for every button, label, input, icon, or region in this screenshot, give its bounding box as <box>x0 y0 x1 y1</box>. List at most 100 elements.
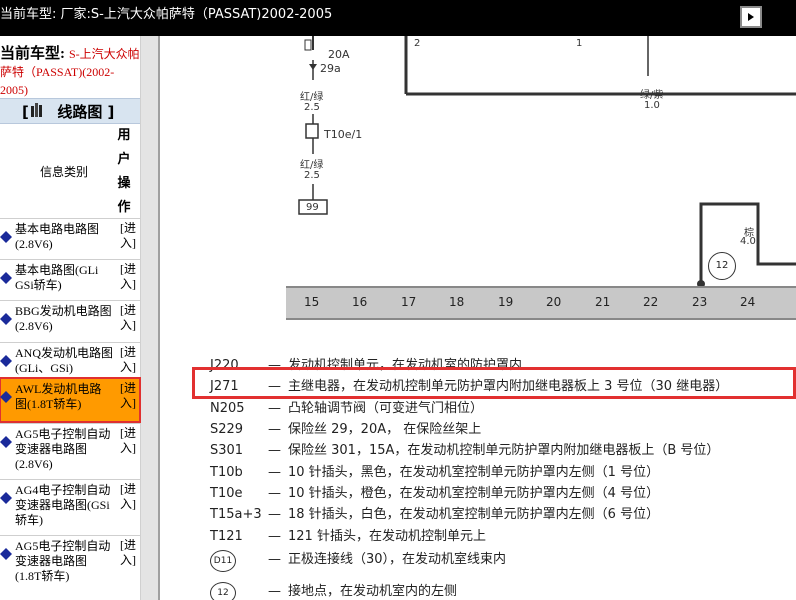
grid-ruler: 15 16 17 18 19 20 21 22 23 24 <box>286 286 796 320</box>
enter-link[interactable]: [进入] <box>120 538 138 568</box>
legend-code: S301 <box>210 443 244 458</box>
ruler-num: 24 <box>740 295 756 309</box>
ruler-num: 21 <box>595 295 611 309</box>
legend-code: T10b <box>210 465 243 480</box>
section-bracket: [ <box>22 103 29 121</box>
legend-code: N205 <box>210 401 245 416</box>
column-user-action: 用户操作 <box>117 128 131 215</box>
wire3-size: 1.0 <box>644 100 660 111</box>
list-item-active[interactable]: AWL发动机电路图(1.8T轿车) [进入] <box>0 377 141 423</box>
legend-row: S229— 保险丝 29，20A， 在保险丝架上 <box>210 422 482 437</box>
list-item[interactable]: AG5电子控制自动变速器电路图(2.8V6) [进入] <box>0 423 140 480</box>
legend-code: T10e <box>210 486 243 501</box>
wire-num-top-right: 1 <box>576 38 583 49</box>
list-item[interactable]: 基本电路图(GLi GSi轿车) [进入] <box>0 259 140 301</box>
enter-link[interactable]: [进入] <box>120 221 138 251</box>
legend-desc: 10 针插头，橙色，在发动机室控制单元防护罩内左侧（4 号位） <box>288 486 660 501</box>
diamond-bullet-icon <box>0 436 12 448</box>
legend-desc: 18 针插头，白色，在发动机室控制单元防护罩内左侧（6 号位） <box>288 507 660 522</box>
ruler-num: 19 <box>498 295 514 309</box>
column-info-type: 信息类别 <box>40 165 89 179</box>
enter-link[interactable]: [进入] <box>120 262 138 292</box>
legend-code: T15a+3 <box>210 507 262 522</box>
diamond-bullet-icon <box>0 492 12 504</box>
ruler-num: 23 <box>692 295 708 309</box>
item-name[interactable]: ANQ发动机电路图(GLi、GSi) <box>15 346 113 376</box>
list-item[interactable]: AG5电子控制自动变速器电路图(1.8T轿车) [进入] <box>0 535 140 596</box>
item-name[interactable]: 基本电路电路图(2.8V6) <box>15 222 113 252</box>
highlight-box <box>192 367 796 399</box>
legend-symbol-d11: D11 <box>210 550 236 572</box>
list-item[interactable]: BBG发动机电路图(2.8V6) [进入] <box>0 300 140 343</box>
enter-link[interactable]: [进入] <box>120 345 138 375</box>
section-header: [ 线路图 ] <box>0 98 140 124</box>
legend-row: T121—121 针插头，在发动机控制单元上 <box>210 529 486 544</box>
enter-link[interactable]: [进入] <box>120 426 138 456</box>
legend-row: N205— 凸轮轴调节阀（可变进气门相位） <box>210 401 484 416</box>
legend-row: T10e —10 针插头，橙色，在发动机室控制单元防护罩内左侧（4 号位） <box>210 486 660 501</box>
box-number: 99 <box>306 202 319 213</box>
item-name[interactable]: AG5电子控制自动变速器电路图(2.8V6) <box>15 427 113 472</box>
legend-row: 12— 接地点，在发动机室内的左侧 <box>210 580 457 600</box>
ground-point-symbol: 12 <box>708 252 736 280</box>
fuse-code: 29a <box>320 62 341 75</box>
legend-code: T121 <box>210 529 243 544</box>
section-title: 线路图 ] <box>57 103 115 121</box>
item-name[interactable]: AG4电子控制自动变速器电路图(GSi轿车) <box>15 483 113 528</box>
wire4-size: 4.0 <box>740 236 756 247</box>
window-title: 当前车型: 厂家:S-上汽大众帕萨特（PASSAT)2002-2005 <box>0 7 333 22</box>
diamond-bullet-icon <box>0 355 12 367</box>
title-bar: 当前车型: 厂家:S-上汽大众帕萨特（PASSAT)2002-2005 <box>0 0 796 36</box>
legend-row: T10b —10 针插头，黑色，在发动机室控制单元防护罩内左侧（1 号位） <box>210 465 660 480</box>
sidebar: 当前车型: S-上汽大众帕萨特（PASSAT)(2002-2005) [ 线路图… <box>0 36 158 600</box>
legend-desc: 保险丝 301，15A，在发动机控制单元防护罩内附加继电器板上（B 号位） <box>288 443 720 458</box>
legend-desc: 接地点，在发动机室内的左侧 <box>288 584 458 599</box>
item-name[interactable]: BBG发动机电路图(2.8V6) <box>15 304 113 334</box>
navigate-button[interactable] <box>740 6 762 28</box>
ruler-num: 15 <box>304 295 320 309</box>
ruler-num: 18 <box>449 295 465 309</box>
diamond-bullet-icon <box>0 548 12 560</box>
wire2-color: 红/绿 <box>300 160 324 171</box>
current-car: 当前车型: S-上汽大众帕萨特（PASSAT)(2002-2005) <box>0 42 140 99</box>
wire1-color: 红/绿 <box>300 92 324 103</box>
legend-row: D11— 正极连接线（30），在发动机室线束内 <box>210 548 506 572</box>
item-name[interactable]: AG5电子控制自动变速器电路图(1.8T轿车) <box>15 539 113 584</box>
list-item[interactable]: 基本电路电路图(2.8V6) [进入] <box>0 218 140 260</box>
diamond-bullet-icon <box>0 231 12 243</box>
enter-link[interactable]: [进入] <box>120 482 138 512</box>
legend-desc: 121 针插头，在发动机控制单元上 <box>288 529 486 544</box>
sidebar-scrollbar[interactable] <box>140 36 158 600</box>
ruler-num: 20 <box>546 295 562 309</box>
diagram-viewer[interactable]: 1 2 20A 29a 红/绿 2.5 T10e/1 红/绿 2.5 99 绿/… <box>158 36 796 600</box>
legend-row: T15a+3—18 针插头，白色，在发动机室控制单元防护罩内左侧（6 号位） <box>210 507 660 522</box>
wire1-size: 2.5 <box>304 102 320 113</box>
item-name[interactable]: 基本电路图(GLi GSi轿车) <box>15 263 113 293</box>
current-car-label: 当前车型: <box>0 46 65 62</box>
enter-link[interactable]: [进入] <box>120 381 138 411</box>
legend-desc: 凸轮轴调节阀（可变进气门相位） <box>288 401 484 416</box>
book-icon <box>31 103 42 117</box>
ruler-num: 16 <box>352 295 368 309</box>
legend-desc: 10 针插头，黑色，在发动机室控制单元防护罩内左侧（1 号位） <box>288 465 660 480</box>
legend-code: S229 <box>210 422 244 437</box>
wire3-color: 绿/紫 <box>640 90 664 101</box>
wire2-size: 2.5 <box>304 170 320 181</box>
list-item[interactable]: AG4电子控制自动变速器电路图(GSi轿车) [进入] <box>0 479 140 536</box>
diamond-bullet-icon <box>0 272 12 284</box>
fuse-amp: 20A <box>328 48 350 61</box>
wire-num-top-left: 2 <box>414 38 421 49</box>
arrow-right-icon <box>748 13 754 21</box>
legend-desc: 正极连接线（30），在发动机室线束内 <box>288 552 507 567</box>
list-item[interactable]: ANQ发动机电路图(GLi、GSi) [进入] <box>0 342 140 379</box>
connector-code: T10e/1 <box>324 128 363 141</box>
ruler-num: 22 <box>643 295 659 309</box>
legend-symbol-12: 12 <box>210 582 236 600</box>
legend-desc: 保险丝 29，20A， 在保险丝架上 <box>288 422 482 437</box>
legend-row: S301— 保险丝 301，15A，在发动机控制单元防护罩内附加继电器板上（B 号… <box>210 443 720 458</box>
enter-link[interactable]: [进入] <box>120 303 138 333</box>
diamond-bullet-icon <box>0 313 12 325</box>
ruler-num: 17 <box>401 295 417 309</box>
diamond-bullet-icon <box>0 391 12 403</box>
item-name[interactable]: AWL发动机电路图(1.8T轿车) <box>15 382 113 412</box>
